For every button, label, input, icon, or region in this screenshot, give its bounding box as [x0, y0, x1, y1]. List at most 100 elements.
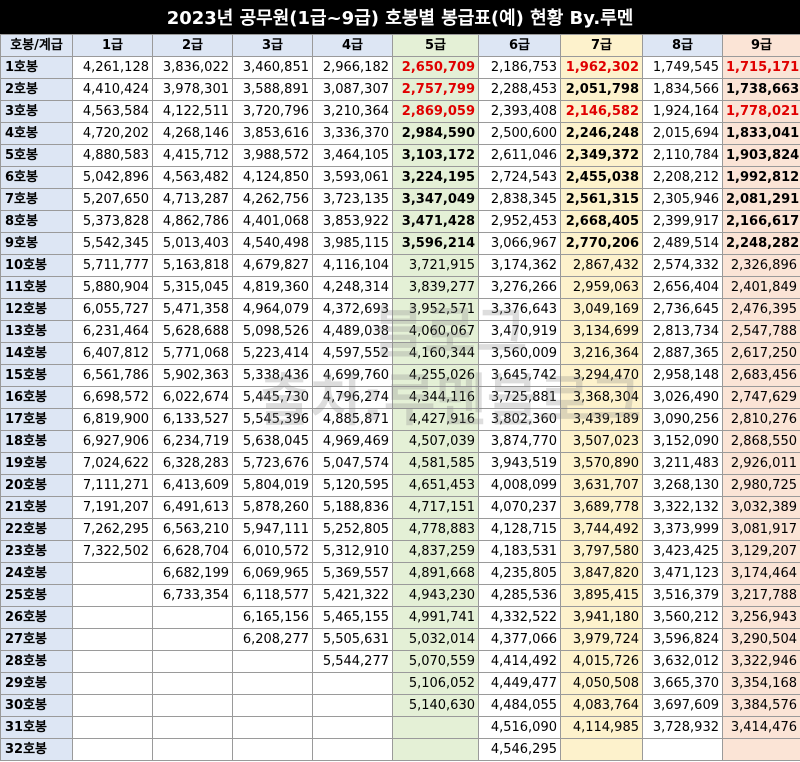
salary-cell-grade-1: [72, 738, 153, 761]
salary-cell-grade-8: 2,208,212: [642, 166, 723, 189]
salary-cell-grade-5: 3,596,214: [392, 232, 479, 255]
salary-cell-grade-1: [72, 628, 153, 651]
table-row: 11호봉 5,880,904 5,315,045 4,819,360 4,248,314…: [0, 276, 800, 299]
salary-cell-grade-5: 4,060,067: [392, 320, 479, 343]
salary-cell-grade-1: [72, 584, 153, 607]
salary-cell-grade-8: 3,211,483: [642, 452, 723, 475]
salary-cell-grade-5: 5,032,014: [392, 628, 479, 651]
step-label: 18호봉: [0, 430, 73, 453]
header-grade-2: 2급: [152, 34, 233, 57]
salary-cell-grade-4: 3,210,364: [312, 100, 393, 123]
salary-cell-grade-1: 5,880,904: [72, 276, 153, 299]
salary-cell-grade-4: [312, 716, 393, 739]
salary-cell-grade-9: 2,926,011: [722, 452, 800, 475]
salary-cell-grade-3: 5,723,676: [232, 452, 313, 475]
salary-cell-grade-6: 3,066,967: [478, 232, 561, 255]
salary-cell-grade-9: 2,683,456: [722, 364, 800, 387]
salary-cell-grade-5: 4,651,453: [392, 474, 479, 497]
salary-cell-grade-9: 3,384,576: [722, 694, 800, 717]
salary-cell-grade-2: 6,234,719: [152, 430, 233, 453]
salary-cell-grade-5: 4,160,344: [392, 342, 479, 365]
header-grade-4: 4급: [312, 34, 393, 57]
salary-cell-grade-7: 3,439,189: [560, 408, 643, 431]
salary-cell-grade-7: 2,561,315: [560, 188, 643, 211]
step-label: 7호봉: [0, 188, 73, 211]
salary-cell-grade-4: 4,597,552: [312, 342, 393, 365]
salary-cell-grade-7: 2,770,206: [560, 232, 643, 255]
salary-cell-grade-2: 3,836,022: [152, 56, 233, 79]
salary-cell-grade-6: 4,235,805: [478, 562, 561, 585]
step-label: 27호봉: [0, 628, 73, 651]
salary-cell-grade-1: 4,261,128: [72, 56, 153, 79]
salary-cell-grade-9: 2,980,725: [722, 474, 800, 497]
salary-cell-grade-9: 3,290,504: [722, 628, 800, 651]
salary-cell-grade-1: 6,927,906: [72, 430, 153, 453]
salary-cell-grade-9: 1,738,663: [722, 78, 800, 101]
table-row: 17호봉 6,819,900 6,133,527 5,545,396 4,885,871…: [0, 408, 800, 431]
header-row: 호봉/계급 1급 2급 3급 4급 5급 6급 7급 8급 9급: [0, 34, 800, 57]
salary-cell-grade-7: 3,744,492: [560, 518, 643, 541]
salary-cell-grade-5: 4,991,741: [392, 606, 479, 629]
salary-cell-grade-4: 3,087,307: [312, 78, 393, 101]
salary-cell-grade-2: 4,122,511: [152, 100, 233, 123]
salary-cell-grade-9: 2,547,788: [722, 320, 800, 343]
salary-cell-grade-9: 3,129,207: [722, 540, 800, 563]
salary-cell-grade-2: 5,013,403: [152, 232, 233, 255]
salary-cell-grade-2: [152, 738, 233, 761]
table-row: 1호봉 4,261,128 3,836,022 3,460,851 2,966,182 2…: [0, 56, 800, 79]
salary-cell-grade-6: 2,838,345: [478, 188, 561, 211]
salary-cell-grade-8: 2,574,332: [642, 254, 723, 277]
salary-cell-grade-3: 6,069,965: [232, 562, 313, 585]
salary-cell-grade-2: 6,682,199: [152, 562, 233, 585]
salary-cell-grade-6: 3,645,742: [478, 364, 561, 387]
salary-cell-grade-7: 3,895,415: [560, 584, 643, 607]
header-grade-7: 7급: [560, 34, 643, 57]
salary-cell-grade-4: 3,464,105: [312, 144, 393, 167]
salary-cell-grade-8: 3,423,425: [642, 540, 723, 563]
salary-cell-grade-4: 5,252,805: [312, 518, 393, 541]
salary-cell-grade-4: 4,969,469: [312, 430, 393, 453]
salary-cell-grade-6: 2,500,600: [478, 122, 561, 145]
salary-cell-grade-1: 7,191,207: [72, 496, 153, 519]
salary-cell-grade-4: 4,796,274: [312, 386, 393, 409]
salary-cell-grade-3: [232, 716, 313, 739]
salary-cell-grade-2: 5,163,818: [152, 254, 233, 277]
salary-cell-grade-7: 4,114,985: [560, 716, 643, 739]
table-row: 24호봉 6,682,199 6,069,965 5,369,557 4,891,668…: [0, 562, 800, 585]
salary-cell-grade-9: 3,256,943: [722, 606, 800, 629]
salary-cell-grade-7: 3,631,707: [560, 474, 643, 497]
salary-cell-grade-4: 4,699,760: [312, 364, 393, 387]
salary-cell-grade-8: 3,322,132: [642, 496, 723, 519]
salary-cell-grade-3: 5,445,730: [232, 386, 313, 409]
table-row: 4호봉 4,720,202 4,268,146 3,853,616 3,336,370 2…: [0, 122, 800, 145]
salary-cell-grade-5: 5,106,052: [392, 672, 479, 695]
salary-cell-grade-7: 3,507,023: [560, 430, 643, 453]
table-row: 20호봉 7,111,271 6,413,609 5,804,019 5,120,595…: [0, 474, 800, 497]
salary-cell-grade-1: 6,698,572: [72, 386, 153, 409]
step-label: 22호봉: [0, 518, 73, 541]
salary-cell-grade-3: 3,853,616: [232, 122, 313, 145]
salary-cell-grade-1: 4,720,202: [72, 122, 153, 145]
step-label: 3호봉: [0, 100, 73, 123]
table-row: 14호봉 6,407,812 5,771,068 5,223,414 4,597,552…: [0, 342, 800, 365]
salary-cell-grade-6: 4,128,715: [478, 518, 561, 541]
salary-cell-grade-5: 3,471,428: [392, 210, 479, 233]
salary-cell-grade-7: 3,941,180: [560, 606, 643, 629]
salary-cell-grade-4: 5,505,631: [312, 628, 393, 651]
salary-cell-grade-1: 6,819,900: [72, 408, 153, 431]
salary-cell-grade-5: 2,757,799: [392, 78, 479, 101]
salary-cell-grade-4: 5,047,574: [312, 452, 393, 475]
salary-cell-grade-6: 2,611,046: [478, 144, 561, 167]
salary-cell-grade-6: 3,560,009: [478, 342, 561, 365]
salary-cell-grade-9: 2,081,291: [722, 188, 800, 211]
salary-cell-grade-3: 5,545,396: [232, 408, 313, 431]
table-row: 6호봉 5,042,896 4,563,482 4,124,850 3,593,061 3…: [0, 166, 800, 189]
salary-cell-grade-8: 3,268,130: [642, 474, 723, 497]
salary-cell-grade-5: 4,778,883: [392, 518, 479, 541]
salary-cell-grade-5: 2,984,590: [392, 122, 479, 145]
step-label: 25호봉: [0, 584, 73, 607]
step-label: 14호봉: [0, 342, 73, 365]
header-grade-8: 8급: [642, 34, 723, 57]
step-label: 6호봉: [0, 166, 73, 189]
salary-cell-grade-9: 2,248,282: [722, 232, 800, 255]
